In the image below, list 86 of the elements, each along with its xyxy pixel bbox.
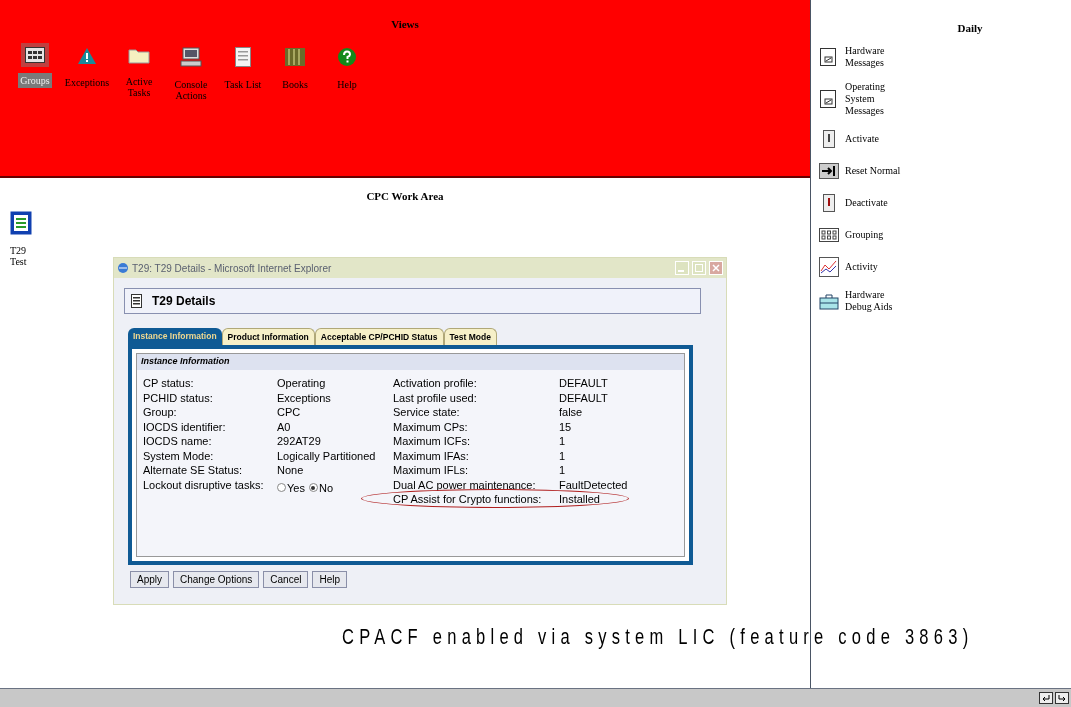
warning-icon bbox=[77, 46, 97, 65]
tab[interactable]: Test Mode bbox=[443, 328, 497, 345]
dialog-button[interactable]: Apply bbox=[130, 571, 169, 588]
field-value: 1 bbox=[559, 448, 566, 463]
field-label: Group: bbox=[143, 405, 178, 420]
browser-icon bbox=[117, 262, 129, 274]
field-label: CP status: bbox=[143, 376, 195, 391]
cpc-icon bbox=[10, 210, 32, 235]
view-item[interactable]: Help bbox=[324, 42, 370, 103]
field-label: Maximum IFAs: bbox=[393, 448, 470, 463]
tab[interactable]: Product Information bbox=[221, 328, 315, 345]
view-item[interactable]: Books bbox=[272, 42, 318, 103]
document-icon bbox=[819, 88, 839, 109]
field-label: IOCDS name: bbox=[143, 434, 213, 449]
radio-button[interactable] bbox=[308, 483, 318, 493]
document-icon bbox=[131, 294, 142, 308]
field-label: System Mode: bbox=[143, 448, 215, 463]
field-value: Logically Partitioned bbox=[277, 448, 376, 463]
field-value: Installed bbox=[559, 492, 600, 507]
dialog-button[interactable]: Cancel bbox=[263, 571, 309, 588]
return-icon[interactable] bbox=[1039, 692, 1053, 704]
field-value: None bbox=[277, 463, 304, 478]
maximize-icon[interactable] bbox=[692, 261, 706, 275]
section-title: Instance Information bbox=[137, 354, 684, 370]
daily-task[interactable]: Grouping bbox=[819, 224, 919, 245]
document-icon bbox=[819, 46, 839, 67]
field-label: Service state: bbox=[393, 405, 461, 420]
list-icon bbox=[235, 46, 251, 67]
daily-task[interactable]: Activate bbox=[819, 128, 919, 149]
view-item[interactable]: Active Tasks bbox=[116, 42, 162, 103]
close-icon[interactable] bbox=[709, 261, 723, 275]
cpc-object[interactable]: T29 Test bbox=[10, 210, 34, 267]
daily-task[interactable]: Deactivate bbox=[819, 192, 919, 213]
daily-task[interactable]: Reset Normal bbox=[819, 160, 919, 181]
field-value: A0 bbox=[277, 419, 291, 434]
folder-icon bbox=[128, 46, 150, 64]
daily-task[interactable]: Operating System Messages bbox=[819, 80, 919, 117]
grid-icon bbox=[25, 46, 45, 63]
view-item[interactable]: Exceptions bbox=[64, 42, 110, 103]
field-value: 1 bbox=[559, 463, 566, 478]
field-value: DEFAULT bbox=[559, 376, 608, 391]
field-label: IOCDS identifier: bbox=[143, 419, 227, 434]
minimize-icon[interactable] bbox=[675, 261, 689, 275]
views-title: Views bbox=[390, 17, 420, 32]
field-label: Maximum ICFs: bbox=[393, 434, 471, 449]
return-icon[interactable] bbox=[1055, 692, 1069, 704]
help-icon bbox=[337, 46, 357, 67]
view-item[interactable]: Console Actions bbox=[168, 42, 214, 103]
tab[interactable]: Instance Information bbox=[128, 328, 222, 345]
field-value: CPC bbox=[277, 405, 301, 420]
tab[interactable]: Acceptable CP/PCHID Status bbox=[314, 328, 444, 345]
books-icon bbox=[284, 46, 306, 67]
daily-title: Daily bbox=[956, 21, 984, 36]
chart-icon bbox=[819, 256, 839, 277]
field-label: Lockout disruptive tasks: bbox=[143, 477, 265, 493]
field-label: Alternate SE Status: bbox=[143, 463, 244, 478]
field-value: Operating bbox=[277, 376, 326, 391]
field-value: false bbox=[559, 405, 583, 420]
field-value: FaultDetected bbox=[559, 477, 628, 492]
radio-option[interactable]: Yes bbox=[277, 480, 305, 495]
field-label: Activation profile: bbox=[393, 376, 478, 391]
view-item[interactable]: Groups bbox=[12, 42, 58, 103]
radio-option[interactable]: No bbox=[308, 480, 333, 495]
radio-button[interactable] bbox=[277, 483, 286, 493]
field-value: 1 bbox=[559, 434, 566, 449]
dialog-button[interactable]: Change Options bbox=[173, 571, 260, 588]
details-title: T29 Details bbox=[152, 293, 216, 310]
field-label: CP Assist for Crypto functions: bbox=[393, 492, 543, 507]
computer-icon bbox=[180, 46, 202, 67]
field-label: Maximum IFLs: bbox=[393, 463, 470, 478]
window-title: T29: T29 Details - Microsoft Internet Explorer bbox=[132, 261, 333, 276]
view-item[interactable]: Task List bbox=[220, 42, 266, 103]
field-label: Dual AC power maintenance: bbox=[393, 477, 537, 492]
field-label: PCHID status: bbox=[143, 390, 214, 405]
field-value: Exceptions bbox=[277, 390, 331, 405]
work-area-title: CPC Work Area bbox=[365, 189, 445, 204]
field-value: 292AT29 bbox=[277, 434, 321, 449]
field-value: DEFAULT bbox=[559, 390, 608, 405]
dialog-button[interactable]: Help bbox=[312, 571, 347, 588]
daily-task[interactable]: Hardware Messages bbox=[819, 44, 919, 69]
field-value: 15 bbox=[559, 419, 572, 434]
reset-icon bbox=[819, 160, 839, 181]
daily-task[interactable]: Hardware Debug Aids bbox=[819, 288, 919, 313]
field-label: Maximum CPs: bbox=[393, 419, 469, 434]
daily-task[interactable]: Activity bbox=[819, 256, 919, 277]
field-label: Last profile used: bbox=[393, 390, 478, 405]
